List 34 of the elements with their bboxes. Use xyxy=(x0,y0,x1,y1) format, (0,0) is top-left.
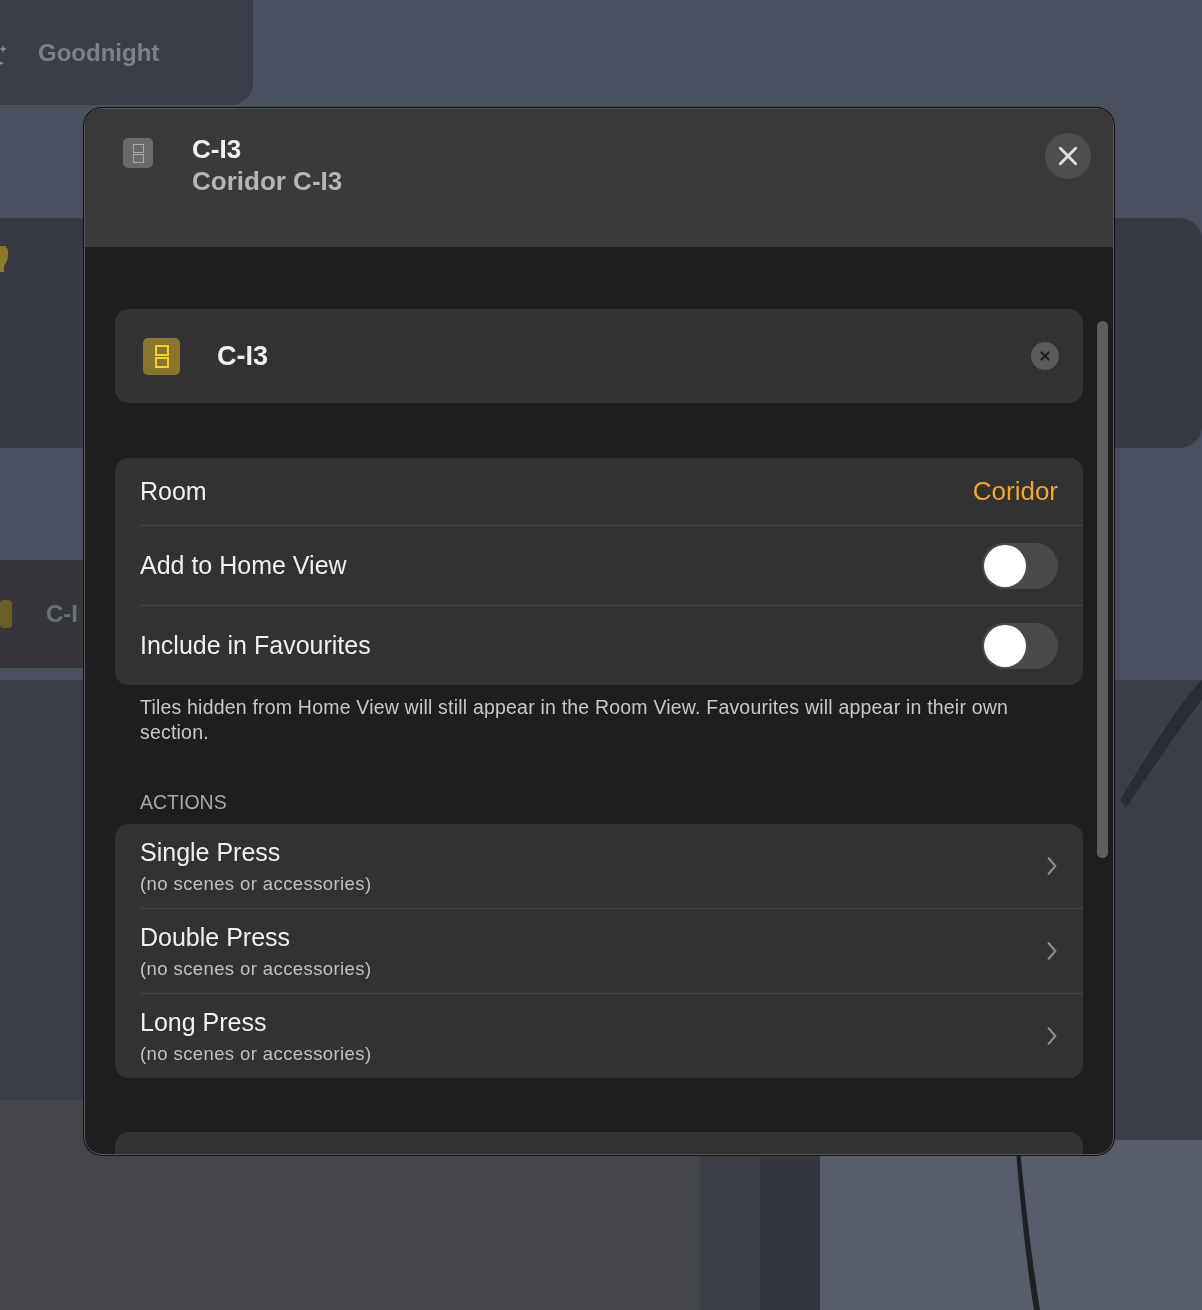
section-header: ACTIONS xyxy=(140,791,228,814)
scene-label: Goodnight xyxy=(38,38,160,67)
tile-label: C-I xyxy=(46,600,78,628)
switch-icon xyxy=(0,600,12,628)
scrollbar[interactable] xyxy=(1097,321,1108,858)
action-detail: (no scenes or accessories) xyxy=(140,872,373,895)
chevron-icon xyxy=(1046,856,1058,876)
clear-icon xyxy=(1039,350,1051,362)
dialog-subtitle: Coridor C-I3 xyxy=(192,165,344,197)
action-row[interactable]: Double Press (no scenes or accessories) xyxy=(140,909,1083,993)
switch-icon xyxy=(143,337,180,375)
action-title: Double Press xyxy=(140,922,292,952)
action-title: Long Press xyxy=(140,1007,268,1037)
chevron-icon xyxy=(1046,941,1058,961)
setting-label: Room xyxy=(140,477,208,506)
switch-icon xyxy=(123,138,153,168)
accessory-name: C-I3 xyxy=(217,340,269,372)
close-icon xyxy=(1057,145,1079,167)
action-row[interactable]: Long Press (no scenes or accessories) xyxy=(140,994,1083,1078)
room-link[interactable]: Coridor xyxy=(972,476,1058,507)
footnote-text: Tiles hidden from Home View will still appear in the Room View. Favourites will appear in their own section. xyxy=(139,695,1010,745)
name-field[interactable]: C-I3 xyxy=(115,309,1083,403)
action-detail: (no scenes or accessories) xyxy=(140,957,373,980)
close-button[interactable] xyxy=(1045,133,1091,179)
setting-label: Include in Favourites xyxy=(140,631,372,660)
clear-button[interactable] xyxy=(1031,342,1059,370)
action-row[interactable]: Single Press (no scenes or accessories) xyxy=(140,824,1083,908)
toggle-switch[interactable] xyxy=(982,622,1058,669)
setting-label: Add to Home View xyxy=(140,551,348,580)
action-title: Single Press xyxy=(140,837,282,867)
dialog-title: C-I3 xyxy=(192,133,243,165)
action-detail: (no scenes or accessories) xyxy=(140,1042,373,1065)
chevron-icon xyxy=(1046,1026,1058,1046)
toggle-switch[interactable] xyxy=(982,542,1058,589)
